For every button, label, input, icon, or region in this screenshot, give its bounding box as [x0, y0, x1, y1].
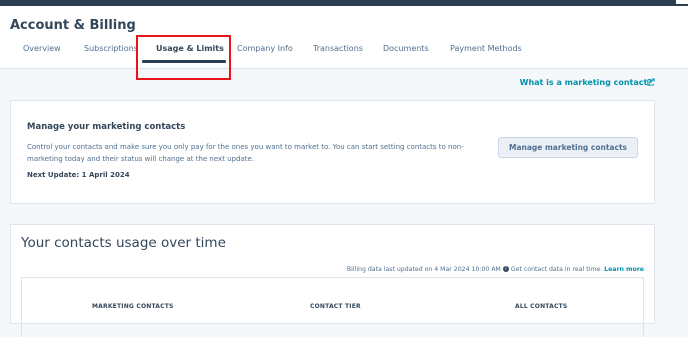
manage-marketing-contacts-button[interactable]: Manage marketing contacts — [498, 137, 638, 158]
page-header: Account & Billing — [0, 6, 688, 69]
column-header-contact-tier: CONTACT TIER — [310, 303, 361, 310]
highlight-box — [136, 35, 231, 80]
tab-transactions[interactable]: Transactions — [313, 44, 363, 53]
marketing-contact-help-link[interactable]: What is a marketing contact? — [520, 78, 652, 87]
usage-title: Your contacts usage over time — [21, 235, 226, 251]
external-link-icon — [647, 78, 655, 86]
tab-overview[interactable]: Overview — [23, 44, 61, 53]
page-title: Account & Billing — [10, 18, 136, 33]
tab-subscriptions[interactable]: Subscriptions — [84, 44, 138, 53]
tab-documents[interactable]: Documents — [383, 44, 429, 53]
next-update-text: Next Update: 1 April 2024 — [27, 171, 130, 179]
info-icon: i — [502, 266, 509, 272]
billing-updated-text: Billing data last updated on 4 Mar 2024 … — [346, 266, 501, 273]
billing-note: Billing data last updated on 4 Mar 2024 … — [347, 266, 644, 273]
learn-more-link[interactable]: Learn more — [604, 266, 644, 273]
manage-marketing-contacts-card: Manage your marketing contacts Control y… — [10, 100, 655, 204]
top-nav-button[interactable] — [676, 0, 688, 4]
realtime-text: Get contact data in real time. — [510, 266, 603, 273]
column-header-all-contacts: ALL CONTACTS — [515, 303, 568, 310]
card-description: Control your contacts and make sure you … — [27, 143, 464, 163]
tab-payment-methods[interactable]: Payment Methods — [450, 44, 522, 53]
card-title: Manage your marketing contacts — [27, 122, 186, 132]
tab-company-info[interactable]: Company Info — [237, 44, 293, 53]
column-header-marketing-contacts: MARKETING CONTACTS — [92, 303, 174, 310]
contacts-usage-card: Your contacts usage over time Billing da… — [10, 224, 655, 337]
usage-table: MARKETING CONTACTS CONTACT TIER ALL CONT… — [21, 277, 644, 337]
